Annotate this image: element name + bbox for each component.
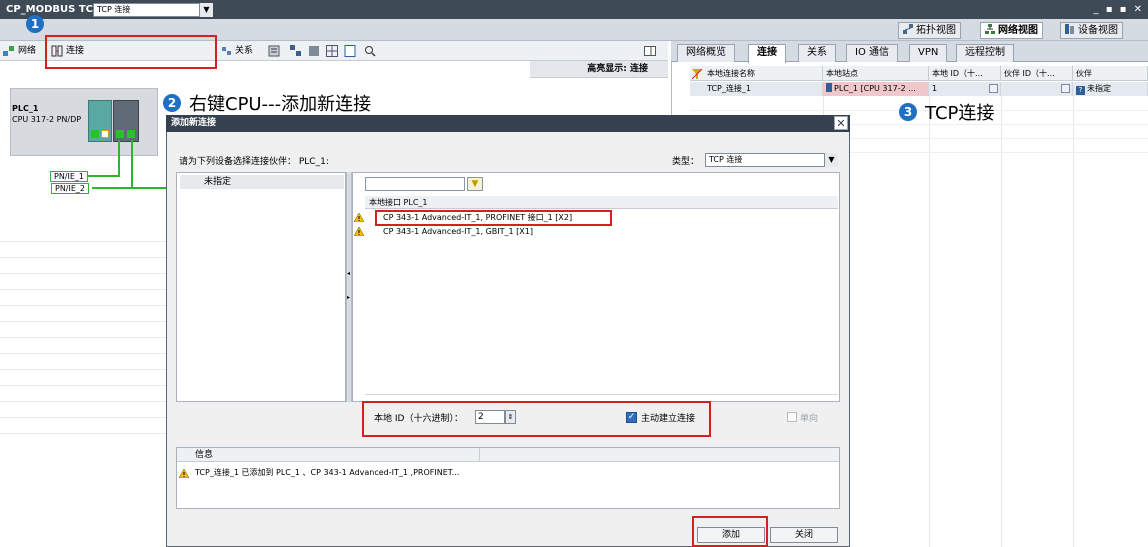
close-button[interactable]: 关闭 [770,527,838,543]
chevron-left-icon[interactable]: ◂ [347,270,350,277]
tab-remote-control[interactable]: 远程控制 [956,44,1014,62]
port-icon[interactable] [127,130,135,138]
cell-partner[interactable]: ? 未指定 [1073,82,1148,96]
col-local-connection-name[interactable]: 本地连接名称 [704,66,823,81]
connections-table-header: 本地连接名称 本地站点 本地 ID（十... 伙伴 ID（十... 伙伴 [690,66,1148,81]
filter-icon[interactable] [691,68,703,82]
cell-connection-name[interactable]: TCP_连接_1 [704,82,823,96]
device-icon [1065,24,1075,34]
annotation-box-add-button [692,516,768,547]
spinner-icon[interactable] [1061,84,1070,93]
col-partner[interactable]: 伙伴 [1073,66,1148,81]
cell-partner-text: 未指定 [1087,84,1111,93]
col-local-id[interactable]: 本地 ID（十... [929,66,1001,81]
tab-device-label: 设备视图 [1078,25,1118,36]
tab-network-overview[interactable]: 网络概览 [677,44,735,62]
partner-item-unspecified[interactable]: 未指定 [180,175,344,189]
step-2-text: 右键CPU---添加新连接 [189,94,372,115]
network-line [92,187,166,189]
connection-type-select[interactable]: TCP 连接 [93,3,213,17]
table-row[interactable]: TCP_连接_1 PLC_1 [CPU 317-2 ... 1 ? 未指定 [690,82,1148,96]
warning-icon [353,226,365,237]
network-line [131,140,133,188]
step-2-badge: 2 [163,94,181,112]
col-local-station[interactable]: 本地站点 [823,66,929,81]
filter-input[interactable] [365,177,465,191]
port-icon[interactable] [116,130,124,138]
step-1-badge: 1 [26,15,44,33]
tab-connections[interactable]: 连接 [748,44,786,63]
col-partner-id[interactable]: 伙伴 ID（十... [1001,66,1073,81]
network-line [88,175,120,177]
interface-label: CP 343-1 Advanced-IT_1, GBIT_1 [X1] [383,227,533,236]
info-header [177,448,839,462]
dialog-title: 添加新连接 [166,115,850,132]
window-controls[interactable]: _ ▪ ▪ ✕ [1084,0,1144,19]
plc-type: CPU 317-2 PN/DP [12,115,82,124]
subnet-label-pn-ie-2[interactable]: PN/IE_2 [51,183,90,194]
subnet-label-pn-ie-1[interactable]: PN/IE_1 [50,171,89,182]
tab-device-view[interactable]: 设备视图 [1060,22,1123,39]
relation-icon[interactable] [221,45,233,57]
topology-icon [903,24,913,34]
tab-io-communication[interactable]: IO 通信 [846,44,898,62]
unknown-partner-icon: ? [1076,86,1085,95]
chevron-down-icon[interactable]: ▼ [824,153,838,167]
spinner-icon[interactable] [989,84,998,93]
close-icon[interactable]: ✕ [834,116,848,130]
toolbar-tool-icon[interactable] [290,45,302,57]
oneway-label: 单向 [800,414,819,424]
interface-row-gbit[interactable]: CP 343-1 Advanced-IT_1, GBIT_1 [X1] [353,226,839,238]
tab-topology-view[interactable]: 拓扑视图 [898,22,961,39]
network-mode-label[interactable]: 网络 [18,44,36,58]
annotation-box-connection-select [45,35,217,69]
cell-partner-id[interactable] [1001,82,1073,96]
step-3-badge: 3 [899,103,917,121]
page-icon[interactable] [344,45,356,57]
step-3-text: TCP连接 [925,103,995,124]
relation-mode-label[interactable]: 关系 [235,44,253,58]
cell-local-station-text: PLC_1 [CPU 317-2 ... [834,84,916,93]
toolbar-tool-icon[interactable] [308,45,320,57]
type-label: 类型： [672,157,700,167]
plc-icon [826,83,832,92]
grid-icon[interactable] [326,45,338,57]
annotation-box-settings [362,401,711,437]
network-icon [985,24,995,34]
tab-vpn[interactable]: VPN [909,44,948,62]
panel-toggle-icon[interactable] [644,45,656,57]
plc-name: PLC_1 [12,104,39,113]
tab-relations[interactable]: 关系 [798,44,836,62]
zoom-icon[interactable] [364,45,376,57]
tab-network-view[interactable]: 网络视图 [980,22,1043,39]
type-select[interactable]: TCP 连接 [705,153,838,167]
tab-network-label: 网络视图 [998,25,1038,36]
port-icon[interactable] [91,130,99,138]
filter-icon[interactable]: ▼ [467,177,483,191]
info-title: 信息 [195,450,214,460]
tab-topology-label: 拓扑视图 [916,25,956,36]
oneway-checkbox[interactable] [787,412,797,422]
partner-list[interactable] [176,172,346,402]
chevron-right-icon[interactable]: ▸ [347,294,350,301]
warning-icon [353,212,365,223]
port-icon[interactable] [101,130,109,138]
info-message: TCP_连接_1 已添加到 PLC_1 、CP 343-1 Advanced-I… [195,468,460,477]
dialog-prompt: 请为下列设备选择连接伙伴： PLC_1: [179,157,329,167]
cell-local-station[interactable]: PLC_1 [CPU 317-2 ... [823,82,929,96]
toolbar-tool-icon[interactable] [268,45,280,57]
interface-list-header: 本地接口 PLC_1 [365,196,838,209]
cell-local-id[interactable]: 1 [929,82,1001,96]
highlight-mode[interactable]: 高亮显示: 连接 [530,61,668,78]
warning-icon [178,468,190,479]
cell-local-id-text: 1 [932,84,938,93]
network-icon[interactable] [3,45,15,57]
annotation-box-interface [375,210,612,226]
overview-tabs: 网络概览 连接 关系 IO 通信 VPN 远程控制 [671,41,1148,63]
network-line [118,140,120,176]
chevron-down-icon[interactable]: ▼ [199,3,213,17]
